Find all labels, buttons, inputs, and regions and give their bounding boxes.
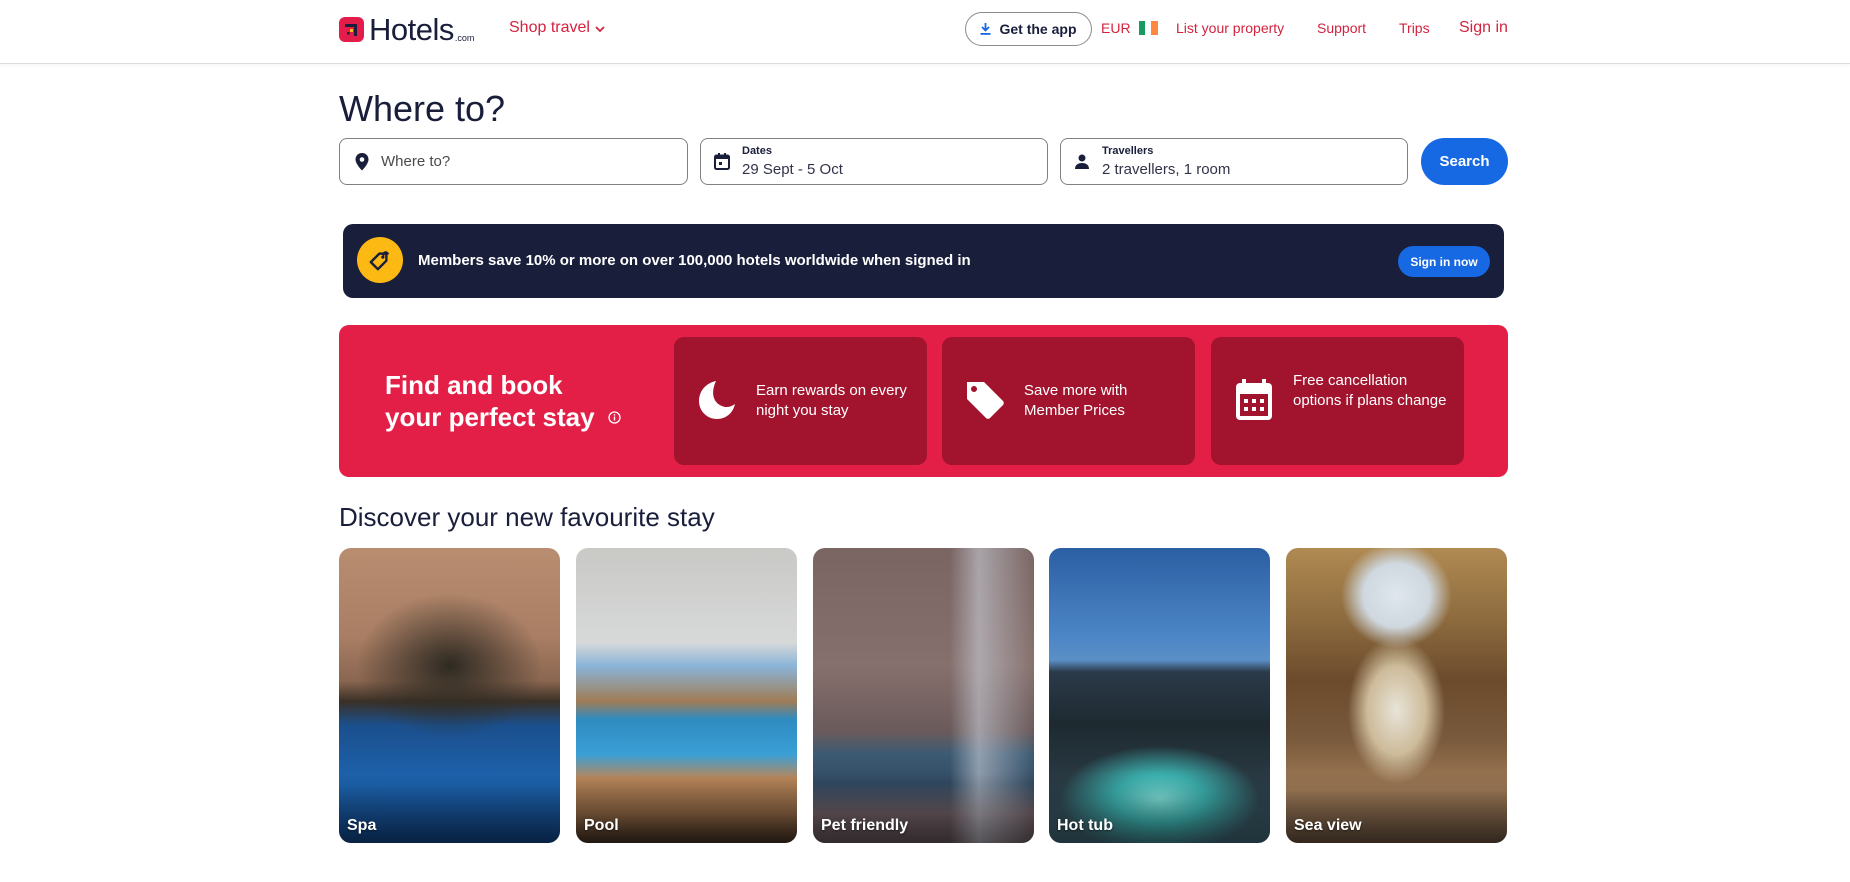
support-link[interactable]: Support — [1317, 20, 1366, 36]
get-the-app-label: Get the app — [999, 21, 1077, 37]
travellers-label: Travellers — [1102, 145, 1154, 157]
currency-selector[interactable]: EUR — [1101, 20, 1158, 36]
travellers-field[interactable]: Travellers 2 travellers, 1 room — [1060, 138, 1408, 185]
card-label: Sea view — [1294, 817, 1362, 834]
sign-in-link[interactable]: Sign in — [1459, 19, 1508, 37]
promo-card-member-prices: Save more with Member Prices — [942, 337, 1195, 465]
discover-section-title: Discover your new favourite stay — [339, 502, 715, 532]
card-label: Pet friendly — [821, 817, 909, 834]
ireland-flag-icon — [1138, 21, 1158, 35]
info-icon[interactable] — [608, 410, 621, 424]
search-button[interactable]: Search — [1421, 138, 1508, 185]
shop-travel-label: Shop travel — [509, 19, 590, 36]
destination-placeholder: Where to? — [381, 153, 451, 170]
promo-card-text: Earn rewards on every night you stay — [756, 382, 907, 419]
promo-card-text: Save more with Member Prices — [1024, 382, 1128, 419]
member-savings-banner: Members save 10% or more on over 100,000… — [343, 224, 1504, 298]
brand-suffix: .com — [454, 33, 475, 43]
sign-in-now-button[interactable]: Sign in now — [1398, 246, 1490, 277]
trips-link[interactable]: Trips — [1399, 20, 1430, 36]
member-tag-icon — [357, 237, 403, 283]
discover-card-sea-view[interactable]: Sea view — [1286, 548, 1507, 843]
calendar-icon — [714, 153, 730, 170]
currency-label: EUR — [1101, 20, 1131, 36]
discover-card-pet-friendly[interactable]: Pet friendly — [813, 548, 1034, 843]
hotels-logo[interactable]: Hotels .com — [339, 12, 475, 47]
card-label: Spa — [347, 817, 377, 834]
travellers-value: 2 travellers, 1 room — [1102, 161, 1231, 178]
discover-card-spa[interactable]: Spa — [339, 548, 560, 843]
moon-icon — [696, 379, 738, 421]
person-icon — [1075, 154, 1089, 169]
list-your-property-link[interactable]: List your property — [1176, 20, 1284, 36]
promo-title-text: Find and book your perfect stay — [385, 370, 595, 432]
chevron-down-icon — [595, 25, 605, 32]
dates-value: 29 Sept - 5 Oct — [742, 161, 843, 178]
calendar-icon — [1233, 379, 1275, 421]
discover-card-hot-tub[interactable]: Hot tub — [1049, 548, 1270, 843]
card-label: Hot tub — [1057, 817, 1113, 834]
promo-card-free-cancellation: Free cancellation options if plans chang… — [1211, 337, 1464, 465]
shop-travel-menu[interactable]: Shop travel — [509, 19, 605, 37]
page-title: Where to? — [339, 88, 506, 129]
hotels-logo-icon — [339, 17, 364, 42]
promo-title: Find and book your perfect stay — [385, 369, 625, 433]
member-banner-text: Members save 10% or more on over 100,000… — [418, 252, 971, 269]
discover-card-pool[interactable]: Pool — [576, 548, 797, 843]
card-label: Pool — [584, 817, 619, 834]
destination-input[interactable]: Where to? — [339, 138, 688, 185]
promo-card-text: Free cancellation options if plans chang… — [1293, 372, 1447, 409]
download-icon — [980, 23, 991, 35]
get-the-app-button[interactable]: Get the app — [965, 12, 1092, 46]
promo-banner: Find and book your perfect stay Earn rew… — [339, 325, 1508, 477]
dates-label: Dates — [742, 145, 772, 157]
brand-name: Hotels — [369, 12, 454, 47]
map-pin-icon — [355, 153, 369, 171]
promo-card-rewards: Earn rewards on every night you stay — [674, 337, 927, 465]
price-tag-icon — [964, 379, 1006, 421]
dates-field[interactable]: Dates 29 Sept - 5 Oct — [700, 138, 1048, 185]
site-header: Hotels .com Shop travel Get the app EUR … — [0, 0, 1850, 64]
